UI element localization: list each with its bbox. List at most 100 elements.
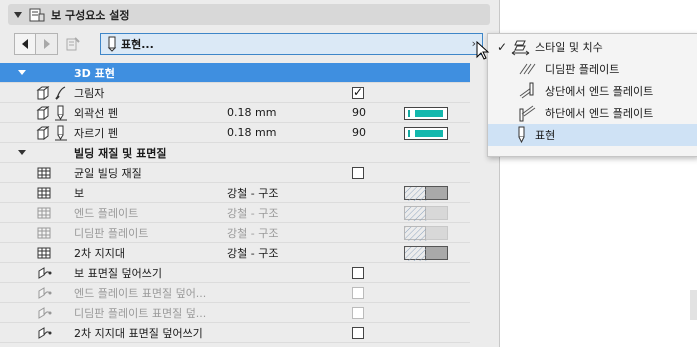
menu-item-label: 하단에서 엔드 플레이트 [545, 107, 654, 120]
tree-row[interactable]: 엔드 플레이트 표면질 덮어... [0, 283, 470, 303]
style-dimension-icon [511, 38, 531, 56]
page-selector-dropdown[interactable]: 표현... › [100, 33, 483, 55]
surface-override-icon [36, 286, 52, 300]
surface-override-icon [36, 306, 52, 320]
material-color-swatch[interactable] [426, 206, 448, 220]
object-3d-icon [36, 106, 52, 120]
pen-number[interactable]: 90 [352, 106, 366, 119]
tree-row[interactable]: 자르기 펜 0.18 mm 90 [0, 123, 470, 143]
building-material-icon [36, 226, 52, 240]
panel-title: 보 구성요소 설정 [51, 8, 130, 22]
pen-pencil-icon [512, 126, 532, 144]
checkbox[interactable]: ✓ [352, 85, 364, 99]
panel-settings-button[interactable] [61, 33, 85, 55]
settings-panel: 보 구성요소 설정 표현... › 3D 표현그림자 ✓ 외곽선 펜 0.18 mm 9… [0, 0, 500, 347]
tread-plate-icon [517, 60, 537, 78]
menu-item[interactable]: 하단에서 엔드 플레이트 [488, 102, 697, 124]
tree-group-row[interactable]: 빌딩 재질 및 표면질 [0, 143, 470, 163]
collapse-triangle-icon[interactable] [18, 150, 26, 155]
menu-item-label: 디딤판 플레이트 [545, 63, 620, 76]
tree-row[interactable]: 외곽선 펜 0.18 mm 90 [0, 103, 470, 123]
row-value[interactable]: 강철 - 구조 [227, 205, 278, 221]
menu-item[interactable]: 표현 [488, 124, 697, 146]
material-color-swatch[interactable] [426, 186, 448, 200]
row-value[interactable]: 0.18 mm [227, 106, 276, 119]
row-label: 외곽선 펜 [74, 106, 118, 120]
row-label: 빌딩 재질 및 표면질 [74, 146, 167, 160]
row-label: 보 표면질 덮어쓰기 [74, 266, 162, 280]
pen-icon [54, 105, 68, 121]
object-3d-icon [36, 126, 52, 140]
tree-group-row[interactable]: 3D 표현 [0, 63, 470, 83]
scroll-strip[interactable] [690, 290, 697, 320]
tree-row[interactable]: 엔드 플레이트 강철 - 구조 [0, 203, 470, 223]
row-label: 그림자 [74, 86, 105, 100]
building-material-icon [36, 246, 52, 260]
material-hatch-swatch[interactable] [404, 246, 427, 261]
panel-settings-icon [66, 37, 80, 51]
mouse-pointer-icon [476, 41, 490, 60]
checkbox[interactable] [352, 167, 364, 179]
previous-page-button[interactable] [14, 33, 36, 55]
checkbox[interactable] [352, 287, 364, 299]
tree-row[interactable]: 디딤판 플레이트 강철 - 구조 [0, 223, 470, 243]
object-3d-icon [36, 86, 52, 100]
shadow-brush-icon [54, 85, 68, 101]
row-label: 엔드 플레이트 표면질 덮어... [74, 286, 207, 300]
row-label: 자르기 펜 [74, 126, 118, 140]
collapse-triangle-icon[interactable] [14, 11, 22, 18]
selector-label: 표현... [121, 38, 154, 51]
next-page-button[interactable] [36, 33, 58, 55]
material-color-swatch[interactable] [426, 246, 448, 260]
checkbox[interactable] [352, 307, 364, 319]
row-value[interactable]: 강철 - 구조 [227, 245, 278, 261]
menu-item-label: 스타일 및 치수 [535, 41, 603, 54]
tree-row[interactable]: 2차 지지대 강철 - 구조 [0, 243, 470, 263]
menu-item[interactable]: 상단에서 엔드 플레이트 [488, 80, 697, 102]
pen-pencil-icon [107, 36, 117, 52]
row-label: 디딤판 플레이트 [74, 226, 149, 240]
row-label: 균일 빌딩 재질 [74, 166, 142, 180]
tree-row[interactable]: 보 강철 - 구조 [0, 183, 470, 203]
arrow-right-icon [43, 39, 50, 49]
row-label: 3D 표현 [74, 66, 115, 80]
tree-row[interactable]: 보 표면질 덮어쓰기 [0, 263, 470, 283]
checkbox[interactable] [352, 327, 364, 339]
pen-icon [54, 125, 68, 141]
surface-override-icon [36, 266, 52, 280]
row-label: 디딤판 플레이트 표면질 덮... [74, 306, 207, 320]
pen-number[interactable]: 90 [352, 126, 366, 139]
checkmark-icon: ✓ [353, 85, 364, 99]
pen-color-swatch[interactable] [404, 107, 448, 120]
menu-item[interactable]: 디딤판 플레이트 [488, 58, 697, 80]
material-hatch-swatch[interactable] [404, 226, 427, 241]
panel-header[interactable]: 보 구성요소 설정 [8, 4, 490, 25]
building-material-icon [36, 206, 52, 220]
material-hatch-swatch[interactable] [404, 186, 427, 201]
menu-item-label: 표현 [535, 129, 556, 142]
checkbox[interactable] [352, 267, 364, 279]
checkmark-icon: ✓ [497, 40, 508, 54]
row-label: 2차 지지대 [74, 246, 125, 260]
building-material-icon [36, 186, 52, 200]
tree-row[interactable]: 그림자 ✓ [0, 83, 470, 103]
row-value[interactable]: 강철 - 구조 [227, 185, 278, 201]
tree-row[interactable]: 2차 지지대 표면질 덮어쓰기 [0, 323, 470, 343]
row-value[interactable]: 강철 - 구조 [227, 225, 278, 241]
pen-color-swatch[interactable] [404, 127, 448, 140]
row-label: 2차 지지대 표면질 덮어쓰기 [74, 326, 203, 340]
toolbar [14, 33, 85, 55]
row-value[interactable]: 0.18 mm [227, 126, 276, 139]
collapse-triangle-icon[interactable] [18, 70, 26, 75]
row-label: 엔드 플레이트 [74, 206, 139, 220]
material-hatch-swatch[interactable] [404, 206, 427, 221]
tree-row[interactable]: 디딤판 플레이트 표면질 덮... [0, 303, 470, 323]
arrow-left-icon [22, 39, 28, 49]
material-color-swatch[interactable] [426, 226, 448, 240]
surface-override-icon [36, 326, 52, 340]
menu-item[interactable]: ✓ 스타일 및 치수 [488, 36, 697, 58]
end-plate-top-icon [517, 82, 537, 100]
page-menu-popup: ✓ 스타일 및 치수디딤판 플레이트상단에서 엔드 플레이트하단에서 엔드 플레이… [487, 33, 697, 157]
tree-row[interactable]: 균일 빌딩 재질 [0, 163, 470, 183]
settings-page-icon [29, 8, 45, 21]
